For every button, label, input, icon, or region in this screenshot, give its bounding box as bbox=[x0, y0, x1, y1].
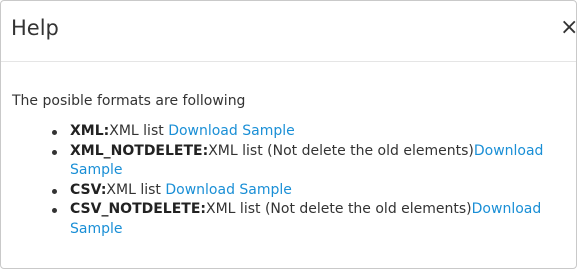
format-description: XML list bbox=[109, 123, 169, 139]
format-name: CSV: bbox=[70, 181, 107, 198]
download-sample-link[interactable]: Download Sample bbox=[168, 123, 295, 139]
format-name: XML: bbox=[70, 123, 110, 139]
format-item-xml: XML:XML list Download Sample bbox=[1, 122, 576, 142]
close-button[interactable]: × bbox=[560, 15, 577, 41]
format-list: XML:XML list Download Sample XML_NOTDELE… bbox=[1, 122, 576, 239]
format-name: XML_NOTDELETE: bbox=[70, 142, 209, 159]
bullet-icon bbox=[52, 208, 57, 213]
format-description: XML list (Not delete the old elements) bbox=[208, 142, 474, 159]
dialog-header: Help × bbox=[1, 1, 577, 62]
help-dialog: Help × The posible formats are following… bbox=[0, 0, 577, 269]
format-item-xml-notdelete: XML_NOTDELETE:XML list (Not delete the o… bbox=[1, 142, 576, 181]
format-item-csv-notdelete: CSV_NOTDELETE:XML list (Not delete the o… bbox=[1, 200, 576, 239]
format-item-csv: CSV:XML list Download Sample bbox=[1, 181, 576, 201]
bullet-icon bbox=[52, 149, 57, 155]
intro-text: The posible formats are following bbox=[12, 93, 246, 109]
format-description: XML list bbox=[106, 181, 166, 198]
format-description: XML list (Not delete the old elements) bbox=[206, 201, 472, 217]
bullet-icon bbox=[52, 130, 57, 135]
dialog-title: Help bbox=[11, 16, 59, 40]
download-sample-link[interactable]: Download Sample bbox=[165, 182, 292, 198]
format-name: CSV_NOTDELETE: bbox=[70, 201, 207, 217]
bullet-icon bbox=[52, 188, 57, 194]
